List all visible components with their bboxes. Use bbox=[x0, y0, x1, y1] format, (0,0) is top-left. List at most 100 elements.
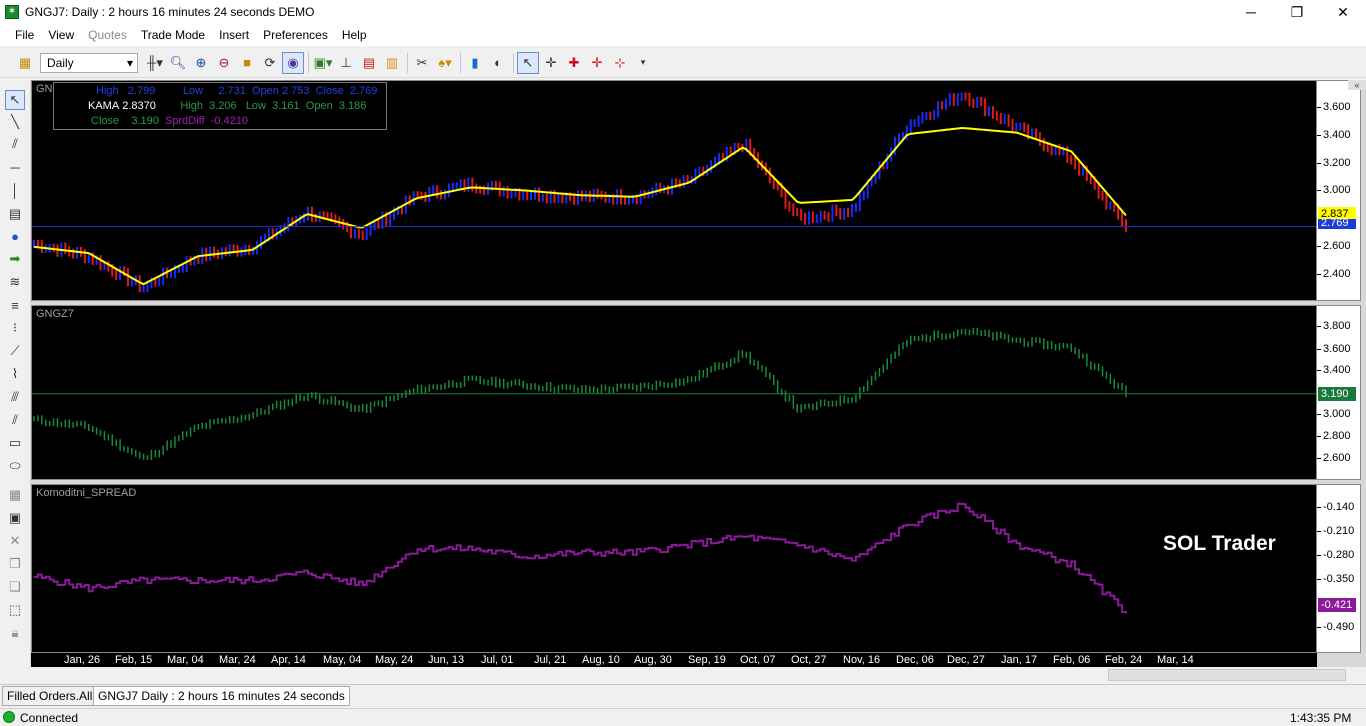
copy-icon[interactable]: ❐ bbox=[5, 554, 25, 574]
price-pane-gngz7[interactable]: GNGZ7 bbox=[31, 305, 1317, 480]
channels-tool-icon[interactable]: ⫽ bbox=[5, 410, 25, 430]
note-tool-icon[interactable]: ▤ bbox=[5, 204, 25, 224]
status-bar: Connected 1:43:35 PM bbox=[0, 708, 1366, 726]
x-tick: Feb, 15 bbox=[115, 654, 153, 666]
select-icon[interactable]: ⬚ bbox=[5, 600, 25, 620]
zoom-in-icon[interactable]: ⊕ bbox=[190, 52, 212, 74]
scissors-icon[interactable]: ✂ bbox=[411, 52, 433, 74]
horizontal-scrollbar[interactable] bbox=[1108, 669, 1346, 681]
scroll-right-icon[interactable]: « bbox=[1348, 80, 1366, 90]
tab-filled-orders[interactable]: Filled Orders.All:0 bbox=[2, 686, 108, 706]
spread-pane[interactable]: Komoditni_SPREAD bbox=[31, 484, 1317, 653]
target-icon[interactable]: ✚ bbox=[563, 52, 585, 74]
info-label: Close bbox=[91, 115, 120, 127]
info-label: High bbox=[96, 85, 119, 97]
refresh-icon[interactable]: ⟳ bbox=[259, 52, 281, 74]
arrow-tool-icon[interactable]: ➡ bbox=[5, 249, 25, 269]
pointer-icon[interactable]: ↖ bbox=[517, 51, 539, 74]
eraser-icon[interactable]: ◐ bbox=[487, 52, 509, 74]
template-icon[interactable]: ▣ bbox=[5, 508, 25, 528]
paste-icon[interactable]: ❏ bbox=[5, 577, 25, 597]
menu-view[interactable]: View bbox=[41, 28, 81, 42]
x-tick: Feb, 24 bbox=[1105, 654, 1143, 666]
vertical-line-icon[interactable]: │ bbox=[5, 180, 25, 200]
price-axis-gngj7[interactable]: 3.600 3.400 3.200 3.000 2.600 2.400 2.83… bbox=[1316, 80, 1361, 301]
cursor-icon[interactable]: ✛ bbox=[540, 52, 562, 74]
text-tool-icon[interactable]: ⁝ bbox=[5, 318, 25, 338]
zigzag-icon[interactable]: ⌇ bbox=[5, 364, 25, 384]
menu-preferences[interactable]: Preferences bbox=[256, 28, 335, 42]
info-label: Open bbox=[305, 100, 333, 112]
pointer-tool-icon[interactable]: ↖ bbox=[5, 90, 25, 110]
info-value: 3.206 bbox=[209, 100, 237, 112]
connection-status: Connected bbox=[20, 711, 79, 725]
timeframe-select[interactable]: Daily ▾ bbox=[40, 52, 138, 73]
ellipse-tool-icon[interactable]: ● bbox=[5, 226, 25, 246]
info-row-3: Close 3.190 SprdDiff -0.4210 bbox=[91, 114, 248, 129]
separator bbox=[407, 52, 408, 73]
gngz7-chart bbox=[32, 327, 1316, 461]
horizontal-line-icon[interactable]: ─ bbox=[5, 157, 25, 177]
fib-tool-icon[interactable]: ≡ bbox=[5, 295, 25, 315]
crosshair-icon[interactable]: ◉ bbox=[282, 51, 304, 74]
info-label: Low bbox=[245, 100, 266, 112]
chart-area[interactable]: GNGJ7 3.600 3.400 3.200 3.000 2.600 2.40… bbox=[30, 80, 1366, 667]
spread-axis[interactable]: -0.140 -0.210 -0.280 -0.350 -0.490 -0.42… bbox=[1316, 484, 1361, 653]
minimize-button[interactable]: ─ bbox=[1228, 0, 1274, 24]
x-tick: Dec, 06 bbox=[896, 654, 934, 666]
zoom-icon[interactable]: 🔍︎ bbox=[167, 52, 189, 74]
x-tick: Dec, 27 bbox=[947, 654, 985, 666]
arrow-target-icon[interactable]: ✛ bbox=[586, 52, 608, 74]
axis-tick: 3.600 bbox=[1317, 343, 1351, 355]
chart-icon[interactable]: ▣▾ bbox=[312, 52, 334, 74]
tree-icon[interactable]: ⊥ bbox=[335, 52, 357, 74]
close-button[interactable]: ✕ bbox=[1320, 0, 1366, 24]
rectangle-tool-icon[interactable]: ▭ bbox=[5, 433, 25, 453]
x-tick: Sep, 19 bbox=[688, 654, 726, 666]
menu-file[interactable]: File bbox=[8, 28, 41, 42]
compare-icon[interactable]: ▥ bbox=[381, 52, 403, 74]
time-axis[interactable]: Jan, 26 Feb, 15 Mar, 04 Mar, 24 Apr, 14 … bbox=[31, 653, 1317, 667]
menu-insert[interactable]: Insert bbox=[212, 28, 256, 42]
channel-tool-icon[interactable]: ≋ bbox=[5, 272, 25, 292]
line-tool-icon[interactable]: ╲ bbox=[5, 112, 25, 132]
menu-help[interactable]: Help bbox=[335, 28, 374, 42]
zoom-out-icon[interactable]: ⊖ bbox=[213, 52, 235, 74]
x-tick: Mar, 04 bbox=[167, 654, 204, 666]
bar-type-icon[interactable]: ╫▾ bbox=[144, 52, 166, 74]
pitchfork-icon[interactable]: ⟋ bbox=[5, 341, 25, 361]
info-row-1: High 2.799 Low 2.731 Open 2.753 Close 2.… bbox=[96, 84, 377, 99]
maximize-button[interactable]: ❐ bbox=[1274, 0, 1320, 24]
timeframe-value: Daily bbox=[47, 55, 74, 70]
delete-icon[interactable]: ✕ bbox=[5, 531, 25, 551]
axis-tick: -0.280 bbox=[1316, 549, 1355, 561]
ellipse-shape-icon[interactable]: ⬭ bbox=[5, 456, 25, 476]
tab-chart[interactable]: GNGJ7 Daily : 2 hours 16 minutes 24 seco… bbox=[93, 686, 350, 706]
info-value: -0.4210 bbox=[210, 115, 248, 127]
dropdown-icon[interactable]: ▾ bbox=[632, 52, 654, 74]
parallel-tool-icon[interactable]: ⫽ bbox=[5, 134, 25, 154]
spread-chart bbox=[34, 502, 1127, 614]
layers-icon[interactable]: ▦ bbox=[5, 485, 25, 505]
info-value: 2.769 bbox=[349, 85, 378, 97]
axis-tick: 2.800 bbox=[1317, 430, 1351, 442]
watermark: SOL Trader bbox=[1163, 532, 1276, 555]
bell-icon[interactable]: ♠▾ bbox=[434, 52, 456, 74]
x-tick: Apr, 14 bbox=[271, 654, 306, 666]
x-tick: Jul, 21 bbox=[534, 654, 567, 666]
crosshair-red-icon[interactable]: ⊹ bbox=[609, 52, 631, 74]
axis-tick: 3.600 bbox=[1317, 101, 1351, 113]
trend-tool-icon[interactable]: ⫻ bbox=[5, 387, 25, 407]
info-value: 2.8370 bbox=[122, 100, 156, 112]
lock-icon[interactable]: ■ bbox=[236, 52, 258, 74]
info-value: 2.731 bbox=[218, 85, 246, 97]
timeframe-icon[interactable]: ▦ bbox=[14, 52, 36, 74]
last-price-tag: 3.190 bbox=[1318, 387, 1356, 401]
price-axis-gngz7[interactable]: 3.800 3.600 3.400 3.000 2.800 2.600 3.19… bbox=[1316, 305, 1361, 480]
axis-tick: 2.600 bbox=[1317, 240, 1351, 252]
lock-tool-icon[interactable]: 🔒︎ bbox=[5, 623, 25, 643]
info-label: High bbox=[180, 100, 203, 112]
note-icon[interactable]: ▮ bbox=[464, 52, 486, 74]
menu-trade-mode[interactable]: Trade Mode bbox=[134, 28, 212, 42]
indicator-icon[interactable]: ▤ bbox=[358, 52, 380, 74]
